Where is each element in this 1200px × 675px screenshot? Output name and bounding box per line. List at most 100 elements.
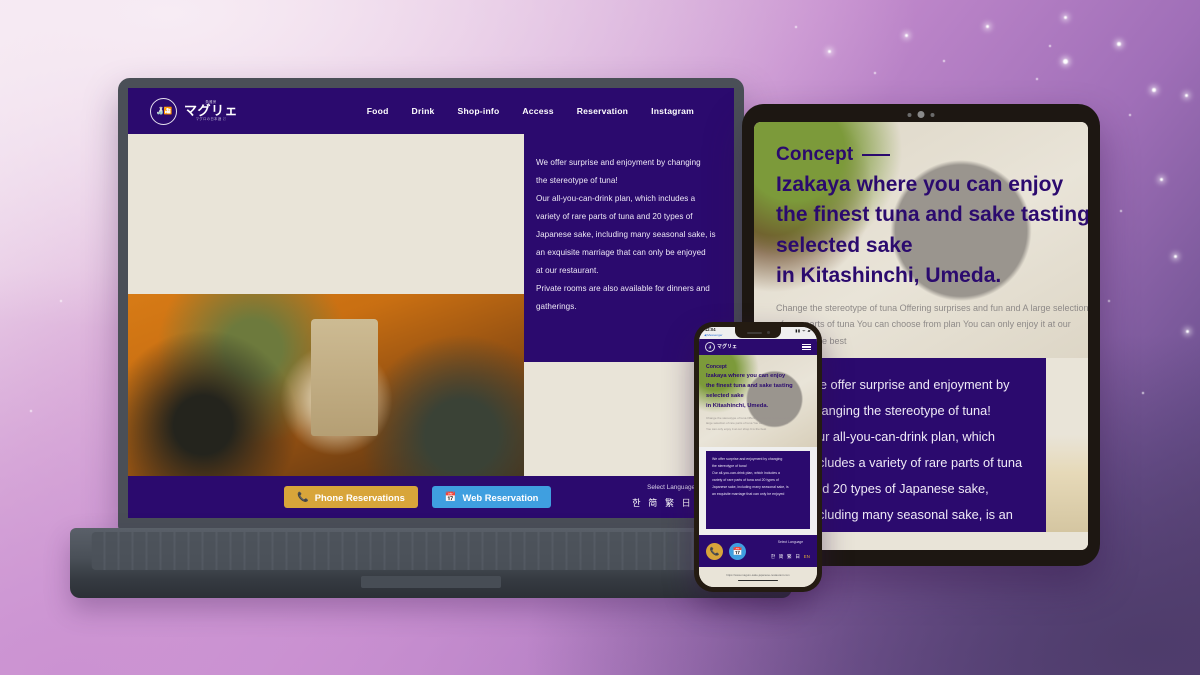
phone-reservations-button[interactable]: 📞 Phone Reservations [284, 486, 418, 508]
sparkle [30, 410, 32, 412]
sake-glass-emblem-icon: 🍶 [705, 342, 715, 352]
concept-line: the stereotype of tuna! [712, 464, 747, 468]
concept-line: Our all-you-can-drink plan, which [808, 428, 996, 444]
hero-headline-line: selected sake [706, 392, 744, 399]
phone-notch [735, 327, 781, 338]
concept-line: an exquisite marriage that can only be e… [536, 247, 706, 257]
nav-item-shop-info[interactable]: Shop-info [458, 106, 500, 116]
sparkle [1160, 178, 1163, 181]
concept-line: Our all-you-can-drink plan, which includ… [712, 471, 780, 475]
sparkle [1152, 88, 1156, 92]
sparkle [874, 72, 876, 74]
language-options-cjk[interactable]: 한 简 繁 日 [632, 498, 693, 508]
select-language-label: Select Language [777, 539, 804, 544]
nav-item-instagram[interactable]: Instagram [651, 106, 694, 116]
hero-headline: Izakaya where you can enjoy the finest t… [776, 170, 1088, 292]
nav-item-reservation[interactable]: Reservation [577, 106, 628, 116]
phone-reservations-button[interactable]: 📞 [706, 542, 723, 560]
sparkle [1049, 45, 1051, 47]
calendar-add-icon: 📅 [732, 546, 743, 556]
speaker-icon [746, 331, 762, 334]
concept-line: Japanese sake, including many seasonal s… [536, 229, 716, 239]
sparkle [1117, 42, 1121, 46]
sparkle [986, 25, 989, 28]
tablet-camera-array [907, 111, 935, 118]
sparkle [1064, 16, 1067, 19]
phone-screen: 12:04 ◀ Messenger ▮▮ ᯤ ▰ 🍶 マグリェ Concept … [699, 327, 817, 587]
hero-headline-line: selected sake [776, 233, 913, 257]
calendar-add-icon: 📅 [444, 491, 457, 502]
language-selector[interactable]: Select Language 한 简 繁 日 EN [771, 540, 810, 563]
phone-device: 12:04 ◀ Messenger ▮▮ ᯤ ▰ 🍶 マグリェ Concept … [694, 322, 822, 592]
sparkle [1036, 78, 1038, 80]
phone-site-logo[interactable]: 🍶 マグリェ [705, 342, 737, 352]
hero-headline: Izakaya where you can enjoy the finest t… [706, 372, 793, 412]
hero-subcopy: Change the stereotype of tuna Offering s… [776, 302, 1088, 347]
phone-hero-image: Concept Izakaya where you can enjoy the … [699, 355, 817, 447]
site-logo[interactable]: 🍶🎦 魚雅房 マグリェ マグロの日本酒 〼 [150, 97, 239, 125]
phone-footer-bar: 📞 📅 Select Language 한 简 繁 日 EN [699, 535, 817, 567]
sparkle [1186, 330, 1189, 333]
site-navbar: 🍶🎦 魚雅房 マグリェ マグロの日本酒 〼 Food Drink Shop-in… [128, 88, 734, 134]
phone-status-bar: 12:04 ◀ Messenger ▮▮ ᯤ ▰ [699, 327, 817, 339]
sparkle [828, 50, 831, 53]
front-camera-icon [766, 331, 770, 334]
hero-headline-line: Izakaya where you can enjoy [706, 373, 786, 379]
language-options-cjk[interactable]: 한 简 繁 日 [771, 554, 801, 559]
laptop-base-keyboard [70, 528, 792, 598]
logo-tagline-bottom: マグロの日本酒 〼 [195, 117, 227, 121]
sparkle [1120, 210, 1122, 212]
sake-glass-emblem-icon: 🍶🎦 [150, 97, 177, 125]
language-option-en[interactable]: EN [804, 554, 810, 559]
laptop-device: 🍶🎦 魚雅房 マグリェ マグロの日本酒 〼 Food Drink Shop-in… [70, 78, 792, 598]
status-back-link[interactable]: ◀ Messenger [704, 333, 723, 337]
phone-url-text: https://www.maguro-sake-japanese-restaur… [726, 572, 790, 577]
hero-eyebrow: Concept [706, 364, 727, 370]
logo-name: マグリェ [184, 103, 239, 118]
hero-headline-line: in Kitashinchi, Umeda. [706, 402, 769, 409]
web-reservation-button[interactable]: 📅 Web Reservation [431, 486, 552, 508]
concept-line: includes a variety of rare parts of tuna [808, 454, 1023, 470]
hero-headline-line: the finest tuna and sake tasting [706, 382, 793, 389]
concept-line: at our restaurant. [536, 265, 599, 275]
sake-and-tuna-photo [128, 294, 545, 476]
nav-item-food[interactable]: Food [367, 106, 389, 116]
hero-headline-line: Izakaya where you can enjoy [776, 173, 1064, 196]
hero-subcopy: Change the stereotype of tuna Offering s… [706, 415, 791, 431]
concept-line: the stereotype of tuna! [536, 175, 618, 185]
concept-line: an exquisite marriage that can only be e… [712, 492, 785, 496]
web-reservation-label: Web Reservation [462, 491, 539, 503]
phone-icon: 📞 [709, 546, 720, 556]
concept-line: exquisite marriage that can only be [808, 528, 1030, 532]
web-reservation-button[interactable]: 📅 [729, 542, 746, 560]
hero-eyebrow: Concept [776, 144, 1088, 166]
concept-line: and 20 types of Japanese sake, [808, 480, 989, 496]
laptop-content: We offer surprise and enjoyment by chang… [128, 134, 734, 476]
language-options[interactable]: 한 简 繁 日 EN [771, 554, 810, 559]
concept-line: We offer surprise and enjoyment by chang… [712, 457, 783, 461]
sparkle [1108, 300, 1110, 302]
sensor-icon [930, 112, 935, 117]
sensor-icon [907, 112, 912, 117]
sparkle [60, 300, 62, 302]
sparkle [1174, 255, 1177, 258]
sparkle [905, 34, 908, 37]
laptop-screen: 🍶🎦 魚雅房 マグリェ マグロの日本酒 〼 Food Drink Shop-in… [128, 88, 734, 518]
status-time: 12:04 [705, 327, 716, 332]
tablet-hero-caption: Concept Izakaya where you can enjoy the … [776, 144, 1088, 350]
sparkle [943, 60, 945, 62]
concept-line: Our all-you-can-drink plan, which includ… [536, 193, 696, 203]
concept-line: We offer surprise and enjoyment by chang… [536, 158, 701, 167]
concept-line: We offer surprise and enjoyment by [808, 377, 1010, 392]
hero-headline-line: in Kitashinchi, Umeda. [776, 264, 1002, 288]
phone-logo-name: マグリェ [717, 343, 738, 350]
phone-url-bar[interactable]: https://www.maguro-sake-japanese-restaur… [699, 567, 817, 587]
home-indicator[interactable] [738, 579, 778, 582]
nav-item-drink[interactable]: Drink [412, 106, 435, 116]
nav-item-access[interactable]: Access [522, 106, 553, 116]
phone-hero-caption: Concept Izakaya where you can enjoy the … [706, 364, 793, 432]
concept-line: changing the stereotype of tuna! [808, 402, 991, 418]
phone-icon: 📞 [297, 491, 309, 502]
phone-navbar: 🍶 マグリェ [699, 339, 817, 355]
hamburger-menu-icon[interactable] [802, 343, 811, 351]
